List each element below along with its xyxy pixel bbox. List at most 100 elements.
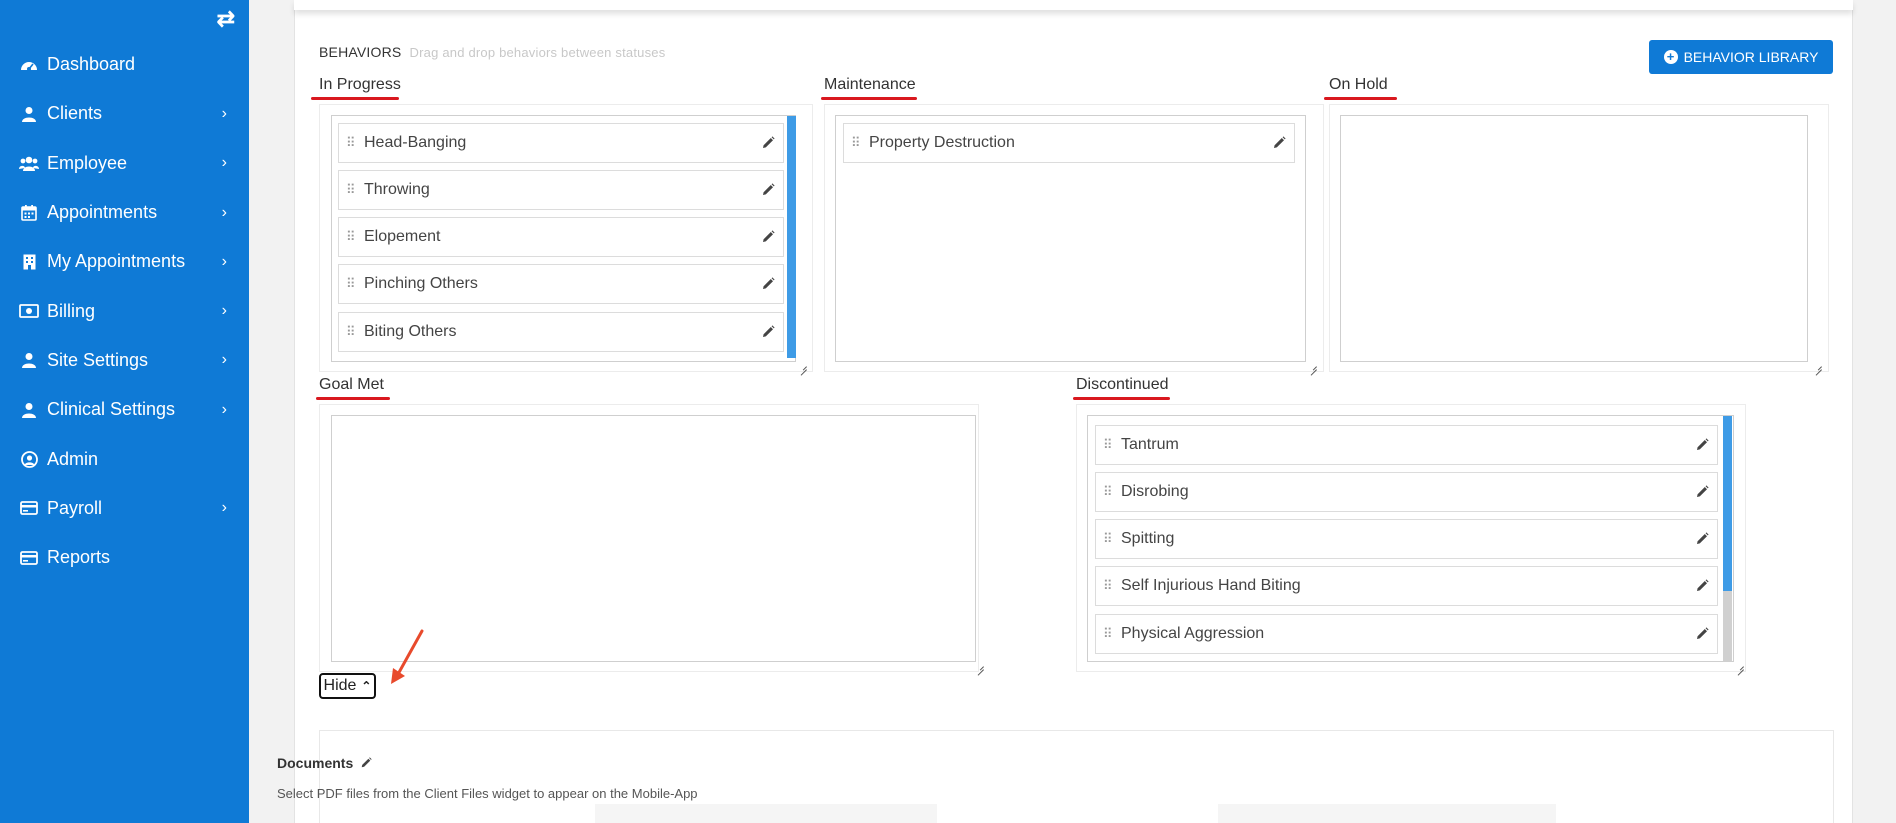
sidebar-item-admin[interactable]: Admin: [0, 434, 249, 483]
documents-column-header: [1218, 804, 1556, 823]
behavior-name: Tantrum: [1121, 436, 1179, 453]
drag-handle-icon[interactable]: ⠿: [346, 230, 356, 243]
drag-handle-icon[interactable]: ⠿: [346, 277, 356, 290]
behavior-item[interactable]: ⠿ Throwing: [338, 170, 784, 210]
sidebar-item-label: Clinical Settings: [47, 399, 176, 420]
dropzone-discontinued[interactable]: ⠿ Tantrum ⠿ Disrobing ⠿ Spitting ⠿ Self …: [1087, 415, 1734, 662]
sidebar-item-payroll[interactable]: Payroll ›: [0, 484, 249, 533]
pencil-icon[interactable]: [1695, 438, 1709, 452]
dashboard-icon: [19, 56, 39, 74]
sidebar-item-label: Site Settings: [47, 349, 149, 370]
sidebar-item-dashboard[interactable]: Dashboard: [0, 40, 249, 89]
drag-handle-icon[interactable]: ⠿: [1103, 438, 1113, 451]
building-icon: [19, 253, 39, 271]
behavior-item[interactable]: ⠿ Biting Others: [338, 312, 784, 352]
dropzone-maintenance[interactable]: ⠿ Property Destruction: [835, 115, 1306, 362]
resize-handle-icon[interactable]: [976, 662, 984, 670]
behavior-name: Head-Banging: [364, 134, 467, 151]
pencil-icon[interactable]: [761, 230, 775, 244]
behavior-name: Biting Others: [364, 323, 457, 340]
status-label-on-hold: On Hold: [1329, 76, 1388, 93]
dropzone-goal-met[interactable]: [331, 415, 976, 662]
behavior-library-button[interactable]: + BEHAVIOR LIBRARY: [1649, 40, 1833, 74]
sidebar-item-appointments[interactable]: Appointments ›: [0, 188, 249, 237]
sidebar-item-employee[interactable]: Employee ›: [0, 139, 249, 188]
behavior-name: Physical Aggression: [1121, 625, 1265, 642]
chevron-right-icon: ›: [221, 302, 227, 320]
sidebar-item-billing[interactable]: Billing ›: [0, 286, 249, 335]
sidebar-item-clinical-settings[interactable]: Clinical Settings ›: [0, 385, 249, 434]
chevron-right-icon: ›: [221, 203, 227, 221]
behavior-item[interactable]: ⠿ Spitting: [1095, 519, 1718, 559]
behavior-item[interactable]: ⠿ Pinching Others: [338, 264, 784, 304]
pencil-icon[interactable]: [1695, 485, 1709, 499]
sidebar-item-reports[interactable]: Reports: [0, 533, 249, 582]
sidebar: ⇄ Dashboard Clients › Employee › Appoint…: [0, 0, 249, 823]
behavior-item[interactable]: ⠿ Property Destruction: [843, 123, 1295, 163]
user-icon: [19, 401, 39, 419]
pencil-icon[interactable]: [360, 757, 372, 769]
resize-handle-icon[interactable]: [1814, 362, 1822, 370]
pencil-icon[interactable]: [1695, 532, 1709, 546]
sidebar-item-my-appointments[interactable]: My Appointments ›: [0, 237, 249, 286]
status-label-in-progress: In Progress: [319, 76, 401, 93]
hide-button[interactable]: Hide ⌃: [319, 673, 376, 699]
sidebar-item-label: Dashboard: [47, 54, 136, 75]
resize-handle-icon[interactable]: [1736, 662, 1744, 670]
user-circle-icon: [19, 450, 39, 468]
behavior-name: Self Injurious Hand Biting: [1121, 577, 1301, 594]
behavior-name: Disrobing: [1121, 483, 1189, 500]
pencil-icon[interactable]: [1695, 579, 1709, 593]
drag-handle-icon[interactable]: ⠿: [851, 136, 861, 149]
behavior-item[interactable]: ⠿ Tantrum: [1095, 425, 1718, 465]
drag-handle-icon[interactable]: ⠿: [1103, 579, 1113, 592]
drag-handle-icon[interactable]: ⠿: [346, 325, 356, 338]
resize-handle-icon[interactable]: [799, 362, 807, 370]
drag-handle-icon[interactable]: ⠿: [346, 183, 356, 196]
scrollbar-thumb-discontinued[interactable]: [1723, 416, 1732, 591]
sidebar-item-clients[interactable]: Clients ›: [0, 89, 249, 138]
sidebar-item-site-settings[interactable]: Site Settings ›: [0, 336, 249, 385]
behavior-library-label: BEHAVIOR LIBRARY: [1683, 49, 1819, 65]
behavior-item[interactable]: ⠿ Physical Aggression: [1095, 614, 1718, 654]
drag-handle-icon[interactable]: ⠿: [1103, 532, 1113, 545]
annotation-underline: [316, 397, 390, 400]
behaviors-hint: Drag and drop behaviors between statuses: [409, 45, 666, 60]
documents-subtitle: Select PDF files from the Client Files w…: [277, 786, 698, 801]
credit-card-icon: [19, 549, 39, 567]
sidebar-item-label: My Appointments: [47, 251, 186, 272]
chevron-right-icon: ›: [221, 252, 227, 270]
pencil-icon[interactable]: [761, 183, 775, 197]
dropzone-on-hold[interactable]: [1340, 115, 1808, 362]
calendar-icon: [19, 204, 39, 222]
sidebar-item-label: Admin: [47, 448, 99, 469]
chevron-right-icon: ›: [221, 499, 227, 517]
annotation-underline: [1073, 397, 1170, 400]
behavior-item[interactable]: ⠿ Disrobing: [1095, 472, 1718, 512]
drag-handle-icon[interactable]: ⠿: [346, 136, 356, 149]
sidebar-toggle-icon[interactable]: ⇄: [217, 8, 235, 30]
dropzone-in-progress[interactable]: ⠿ Head-Banging ⠿ Throwing ⠿ Elopement ⠿ …: [331, 115, 796, 362]
scrollbar-in-progress[interactable]: [787, 116, 796, 358]
sidebar-nav: Dashboard Clients › Employee › Appointme…: [0, 40, 249, 582]
behavior-name: Elopement: [364, 228, 441, 245]
resize-handle-icon[interactable]: [1309, 362, 1317, 370]
drag-handle-icon[interactable]: ⠿: [1103, 485, 1113, 498]
pencil-icon[interactable]: [761, 136, 775, 150]
documents-title: Documents: [277, 755, 372, 771]
sidebar-item-label: Employee: [47, 152, 128, 173]
behavior-item[interactable]: ⠿ Self Injurious Hand Biting: [1095, 566, 1718, 606]
pencil-icon[interactable]: [761, 277, 775, 291]
behavior-item[interactable]: ⠿ Elopement: [338, 217, 784, 257]
sidebar-item-label: Clients: [47, 103, 103, 124]
chevron-right-icon: ›: [221, 104, 227, 122]
pencil-icon[interactable]: [1695, 627, 1709, 641]
behavior-item[interactable]: ⠿ Head-Banging: [338, 123, 784, 163]
pencil-icon[interactable]: [761, 325, 775, 339]
sidebar-item-label: Billing: [47, 300, 96, 321]
documents-title-text: Documents: [277, 755, 354, 771]
annotation-underline: [311, 97, 399, 100]
chevron-right-icon: ›: [221, 351, 227, 369]
pencil-icon[interactable]: [1272, 136, 1286, 150]
drag-handle-icon[interactable]: ⠿: [1103, 627, 1113, 640]
